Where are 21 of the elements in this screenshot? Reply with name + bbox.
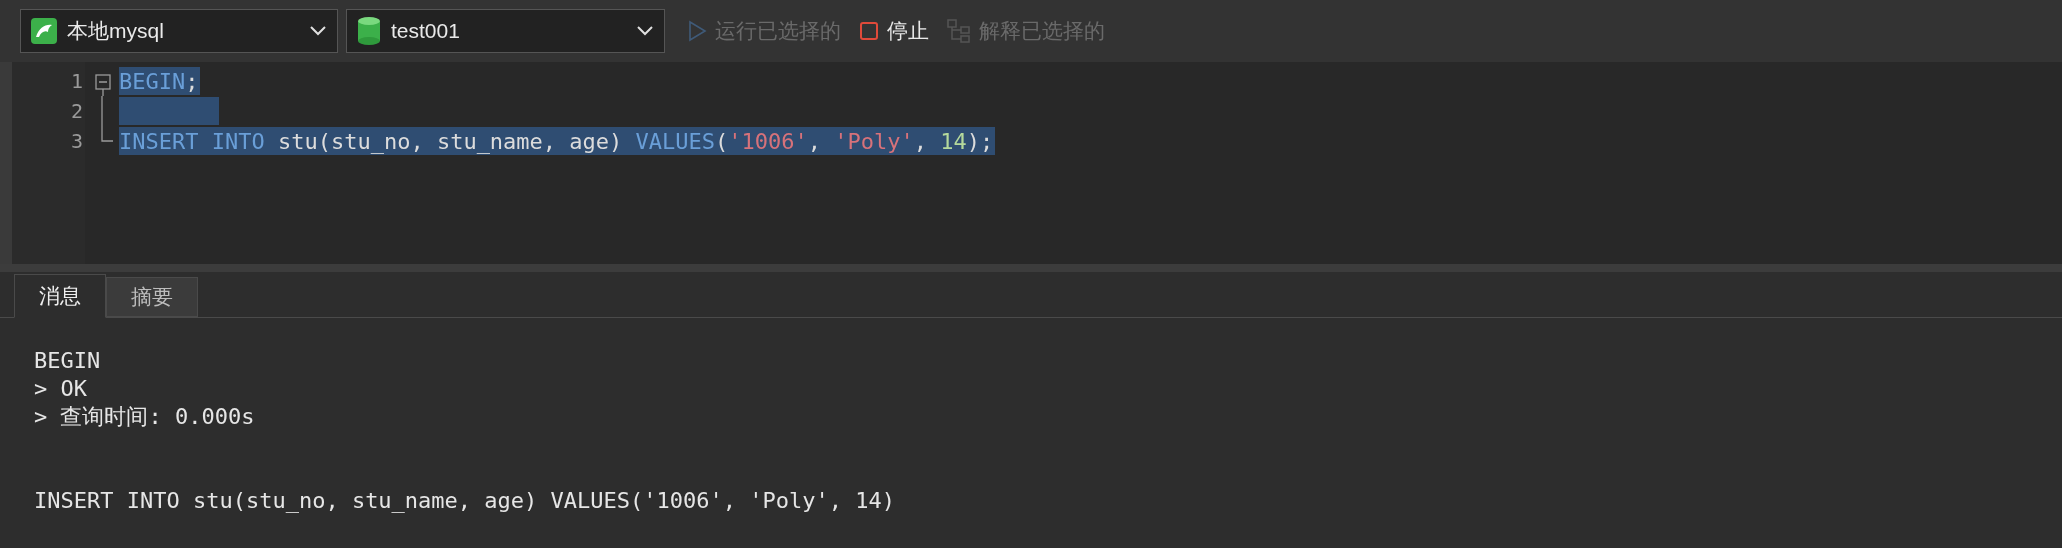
collapse-icon[interactable]: [95, 74, 111, 96]
message-line: > OK: [34, 375, 87, 400]
result-tab[interactable]: 摘要: [106, 277, 198, 317]
stop-button[interactable]: 停止: [857, 15, 931, 47]
line-number: 1: [70, 68, 84, 95]
connection-dropdown[interactable]: 本地mysql: [20, 9, 338, 53]
fold-end-line: [101, 126, 113, 142]
play-icon: [687, 20, 707, 42]
stop-icon: [859, 21, 879, 41]
database-icon: [357, 17, 381, 45]
tree-icon: [947, 19, 971, 43]
line-number: 3: [70, 128, 84, 155]
chevron-down-icon: [636, 25, 654, 37]
database-dropdown[interactable]: test001: [346, 9, 665, 53]
message-line: BEGIN: [34, 347, 101, 372]
result-tab[interactable]: 消息: [14, 274, 106, 318]
fold-line: [101, 96, 103, 126]
message-line: INSERT INTO stu(stu_no, stu_name, age) VALUES('1006', 'Poly', 14): [34, 487, 895, 512]
message-line: > 查询时间: 0.000s: [34, 403, 255, 428]
chevron-down-icon: [309, 25, 327, 37]
line-number: 2: [70, 98, 84, 125]
